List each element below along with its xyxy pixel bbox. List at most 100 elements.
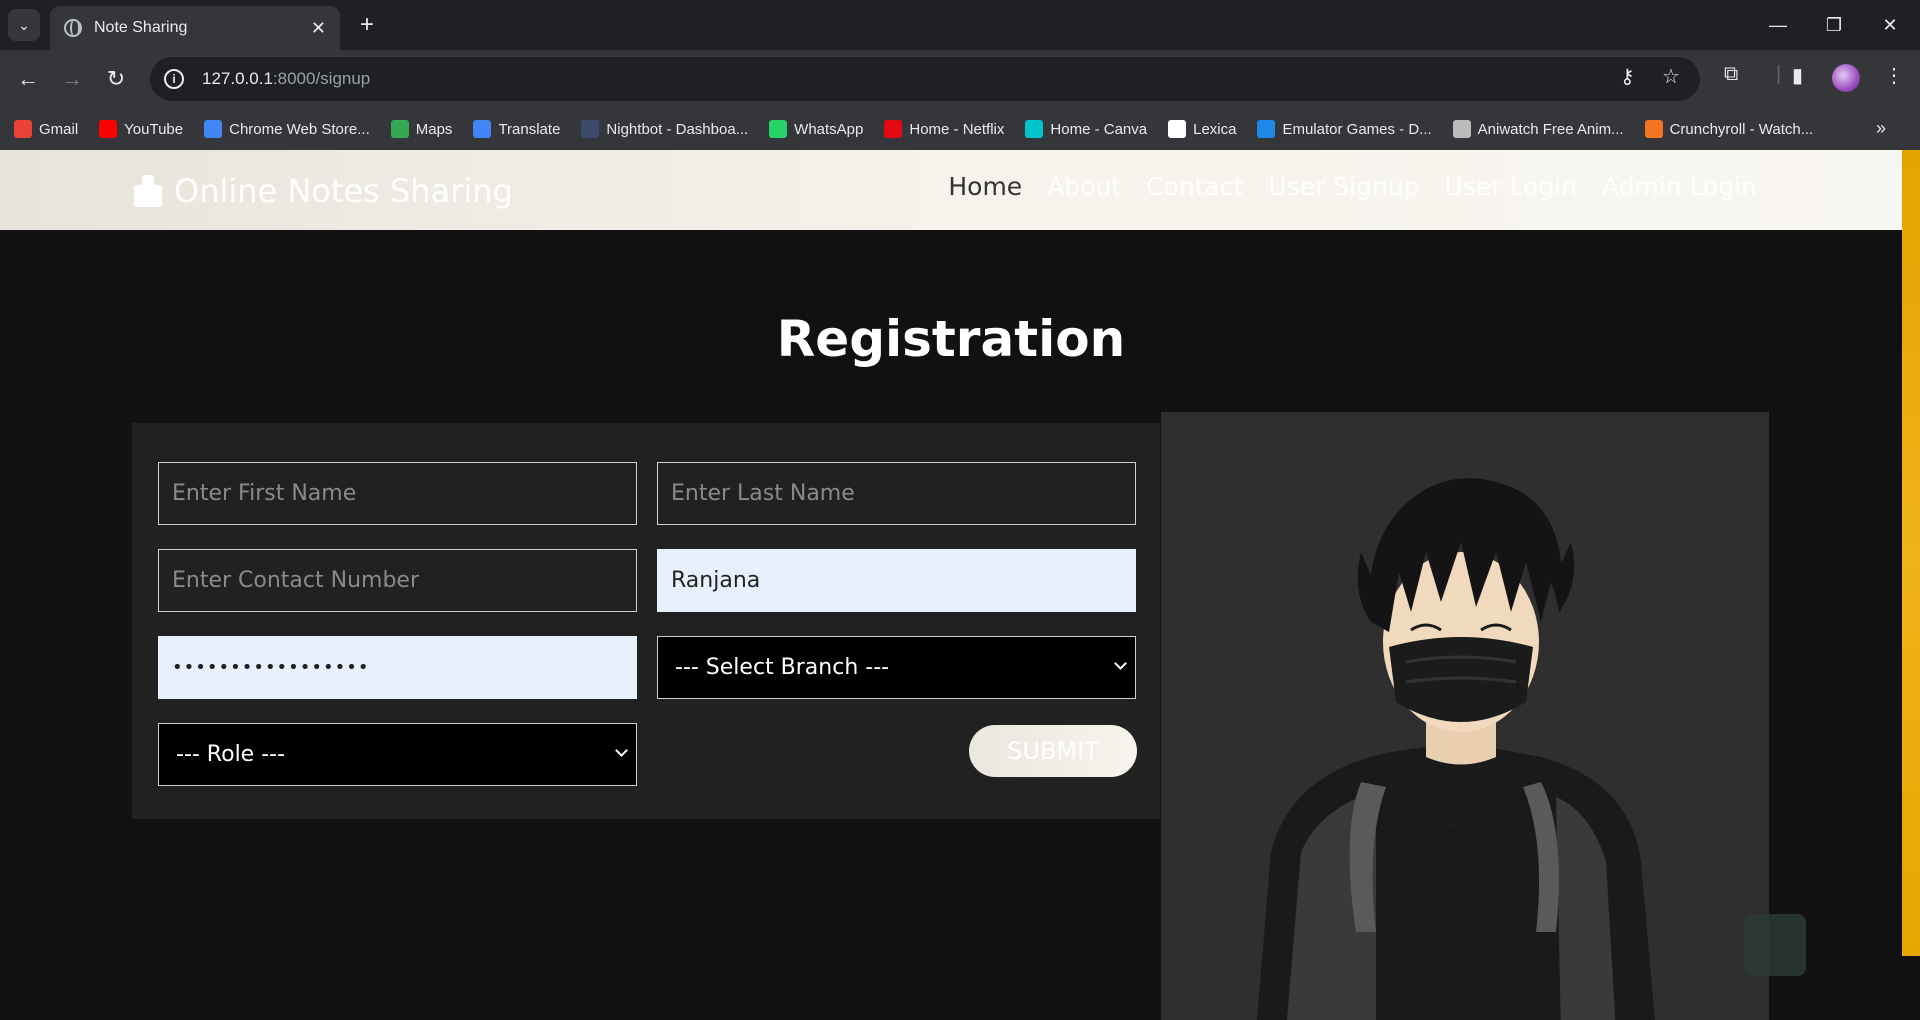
password-key-icon[interactable]: ⚷: [1620, 64, 1635, 89]
menu-icon[interactable]: ⋮: [1884, 63, 1904, 88]
nav-link-user-signup[interactable]: User Signup: [1268, 172, 1419, 201]
extensions-icon[interactable]: ⧉: [1724, 63, 1738, 86]
bookmark-item[interactable]: Crunchyroll - Watch...: [1644, 120, 1814, 138]
chevron-down-icon: [615, 744, 628, 757]
bookmark-label: YouTube: [124, 120, 184, 138]
last-name-placeholder: Enter Last Name: [671, 481, 855, 506]
submit-button[interactable]: SUBMIT: [969, 725, 1137, 777]
bookmark-label: Emulator Games - D...: [1282, 120, 1432, 138]
nav-link-about[interactable]: About: [1047, 172, 1121, 201]
bookmark-favicon-icon: [473, 120, 492, 138]
site-info-icon[interactable]: i: [164, 69, 184, 89]
bookmark-favicon-icon: [390, 120, 409, 138]
bookmark-label: Crunchyroll - Watch...: [1669, 120, 1814, 138]
nav-link-contact[interactable]: Contact: [1146, 172, 1243, 201]
bookmark-item[interactable]: Home - Netflix: [884, 120, 1004, 138]
registration-form: Enter First Name Enter Last Name Enter C…: [132, 423, 1160, 819]
bookmark-item[interactable]: Nightbot - Dashboa...: [581, 120, 748, 138]
nav-links: Home About Contact User Signup User Logi…: [923, 172, 1757, 201]
bookmark-label: Aniwatch Free Anim...: [1477, 120, 1624, 138]
bookmark-label: Gmail: [39, 120, 79, 138]
bookmark-favicon-icon: [1452, 120, 1471, 138]
nav-link-home[interactable]: Home: [948, 172, 1022, 201]
first-name-input[interactable]: Enter First Name: [158, 462, 637, 525]
bookmark-favicon-icon: [204, 120, 223, 138]
bookmark-item[interactable]: Lexica: [1168, 120, 1236, 138]
contact-placeholder: Enter Contact Number: [172, 568, 420, 593]
scrollbar-thumb[interactable]: [1902, 150, 1920, 956]
bookmarks-overflow-icon[interactable]: »: [1876, 118, 1886, 139]
bookmark-favicon-icon: [1168, 120, 1187, 138]
page-content: Online Notes Sharing Home About Contact …: [0, 150, 1902, 1020]
url-path: :8000/signup: [272, 69, 371, 88]
bookmark-label: Home - Canva: [1050, 120, 1148, 138]
first-name-placeholder: Enter First Name: [172, 481, 357, 506]
forward-button[interactable]: →: [56, 63, 88, 95]
profile-avatar[interactable]: [1832, 64, 1860, 92]
bookmark-favicon-icon: [581, 120, 600, 138]
bookmark-item[interactable]: Home - Canva: [1025, 120, 1147, 138]
side-panel-icon[interactable]: ▮: [1792, 63, 1803, 88]
bookmark-favicon-icon: [99, 120, 118, 138]
url-host: 127.0.0.1: [202, 69, 273, 88]
anime-illustration: ◦◦◦: [1161, 412, 1769, 1020]
role-select[interactable]: --- Role ---: [158, 723, 637, 786]
bookmark-item[interactable]: Chrome Web Store...: [204, 120, 370, 138]
tab-title: Note Sharing: [94, 19, 188, 36]
password-mask: •••••••••••••••••: [172, 657, 370, 678]
bookmark-label: WhatsApp: [794, 120, 864, 138]
page-title: Registration: [776, 310, 1126, 368]
nav-link-admin-login[interactable]: Admin Login: [1602, 172, 1757, 201]
bookmark-item[interactable]: Emulator Games - D...: [1257, 120, 1432, 138]
active-tab[interactable]: Note Sharing ✕: [50, 6, 340, 50]
bookmark-item[interactable]: Maps: [390, 120, 453, 138]
bookmark-favicon-icon: [1644, 120, 1663, 138]
bookmark-item[interactable]: Gmail: [14, 120, 78, 138]
back-button[interactable]: ←: [12, 63, 44, 95]
bookmark-label: Maps: [415, 120, 453, 138]
last-name-input[interactable]: Enter Last Name: [657, 462, 1136, 525]
divider: |: [1776, 63, 1782, 85]
bookmark-favicon-icon: [1257, 120, 1276, 138]
tab-close-icon[interactable]: ✕: [311, 18, 326, 39]
bookmark-favicon-icon: [14, 120, 32, 138]
nav-link-user-login[interactable]: User Login: [1445, 172, 1577, 201]
bookmark-label: Nightbot - Dashboa...: [606, 120, 749, 138]
restore-button[interactable]: ❐: [1806, 0, 1862, 50]
site-navbar: Online Notes Sharing Home About Contact …: [0, 150, 1902, 230]
browser-toolbar: ← → ↻ i 127.0.0.1:8000/signup ⚷ ☆ ⧉ | ▮ …: [0, 50, 1920, 108]
close-window-button[interactable]: ✕: [1862, 0, 1918, 50]
svg-text:◦◦◦: ◦◦◦: [1436, 816, 1468, 837]
tab-search-button[interactable]: ⌄: [8, 9, 40, 41]
brand-text: Online Notes Sharing: [174, 172, 513, 210]
bookmark-item[interactable]: Aniwatch Free Anim...: [1452, 120, 1624, 138]
bookmark-item[interactable]: Translate: [473, 120, 560, 138]
email-value: Ranjana: [671, 568, 761, 593]
chevron-down-icon: [1114, 657, 1127, 670]
globe-icon: [64, 19, 82, 37]
branch-select[interactable]: --- Select Branch ---: [657, 636, 1136, 699]
bookmarks-bar: Gmail YouTube Chrome Web Store... Maps Trans…: [0, 108, 1920, 150]
site-brand[interactable]: Online Notes Sharing: [132, 172, 513, 210]
bookmark-favicon-icon: [1025, 120, 1044, 138]
page-scrollbar[interactable]: [1902, 150, 1920, 1020]
book-icon: [132, 175, 164, 207]
role-selected: --- Role ---: [176, 742, 286, 767]
bookmark-label: Lexica: [1193, 120, 1237, 138]
reload-button[interactable]: ↻: [100, 63, 132, 95]
address-bar[interactable]: i 127.0.0.1:8000/signup ⚷ ☆: [150, 57, 1700, 101]
bookmark-label: Chrome Web Store...: [229, 120, 370, 138]
floating-widget-icon[interactable]: [1744, 914, 1806, 976]
bookmark-star-icon[interactable]: ☆: [1662, 64, 1680, 89]
bookmark-item[interactable]: WhatsApp: [769, 120, 863, 138]
branch-selected: --- Select Branch ---: [675, 655, 890, 680]
bookmark-favicon-icon: [769, 120, 788, 138]
contact-number-input[interactable]: Enter Contact Number: [158, 549, 637, 612]
bookmark-label: Home - Netflix: [909, 120, 1005, 138]
password-input[interactable]: •••••••••••••••••: [158, 636, 637, 699]
tab-strip: ⌄ Note Sharing ✕ + — ❐ ✕: [0, 0, 1920, 50]
new-tab-button[interactable]: +: [352, 10, 382, 40]
email-input[interactable]: Ranjana: [657, 549, 1136, 612]
bookmark-item[interactable]: YouTube: [99, 120, 183, 138]
minimize-button[interactable]: —: [1750, 0, 1806, 50]
